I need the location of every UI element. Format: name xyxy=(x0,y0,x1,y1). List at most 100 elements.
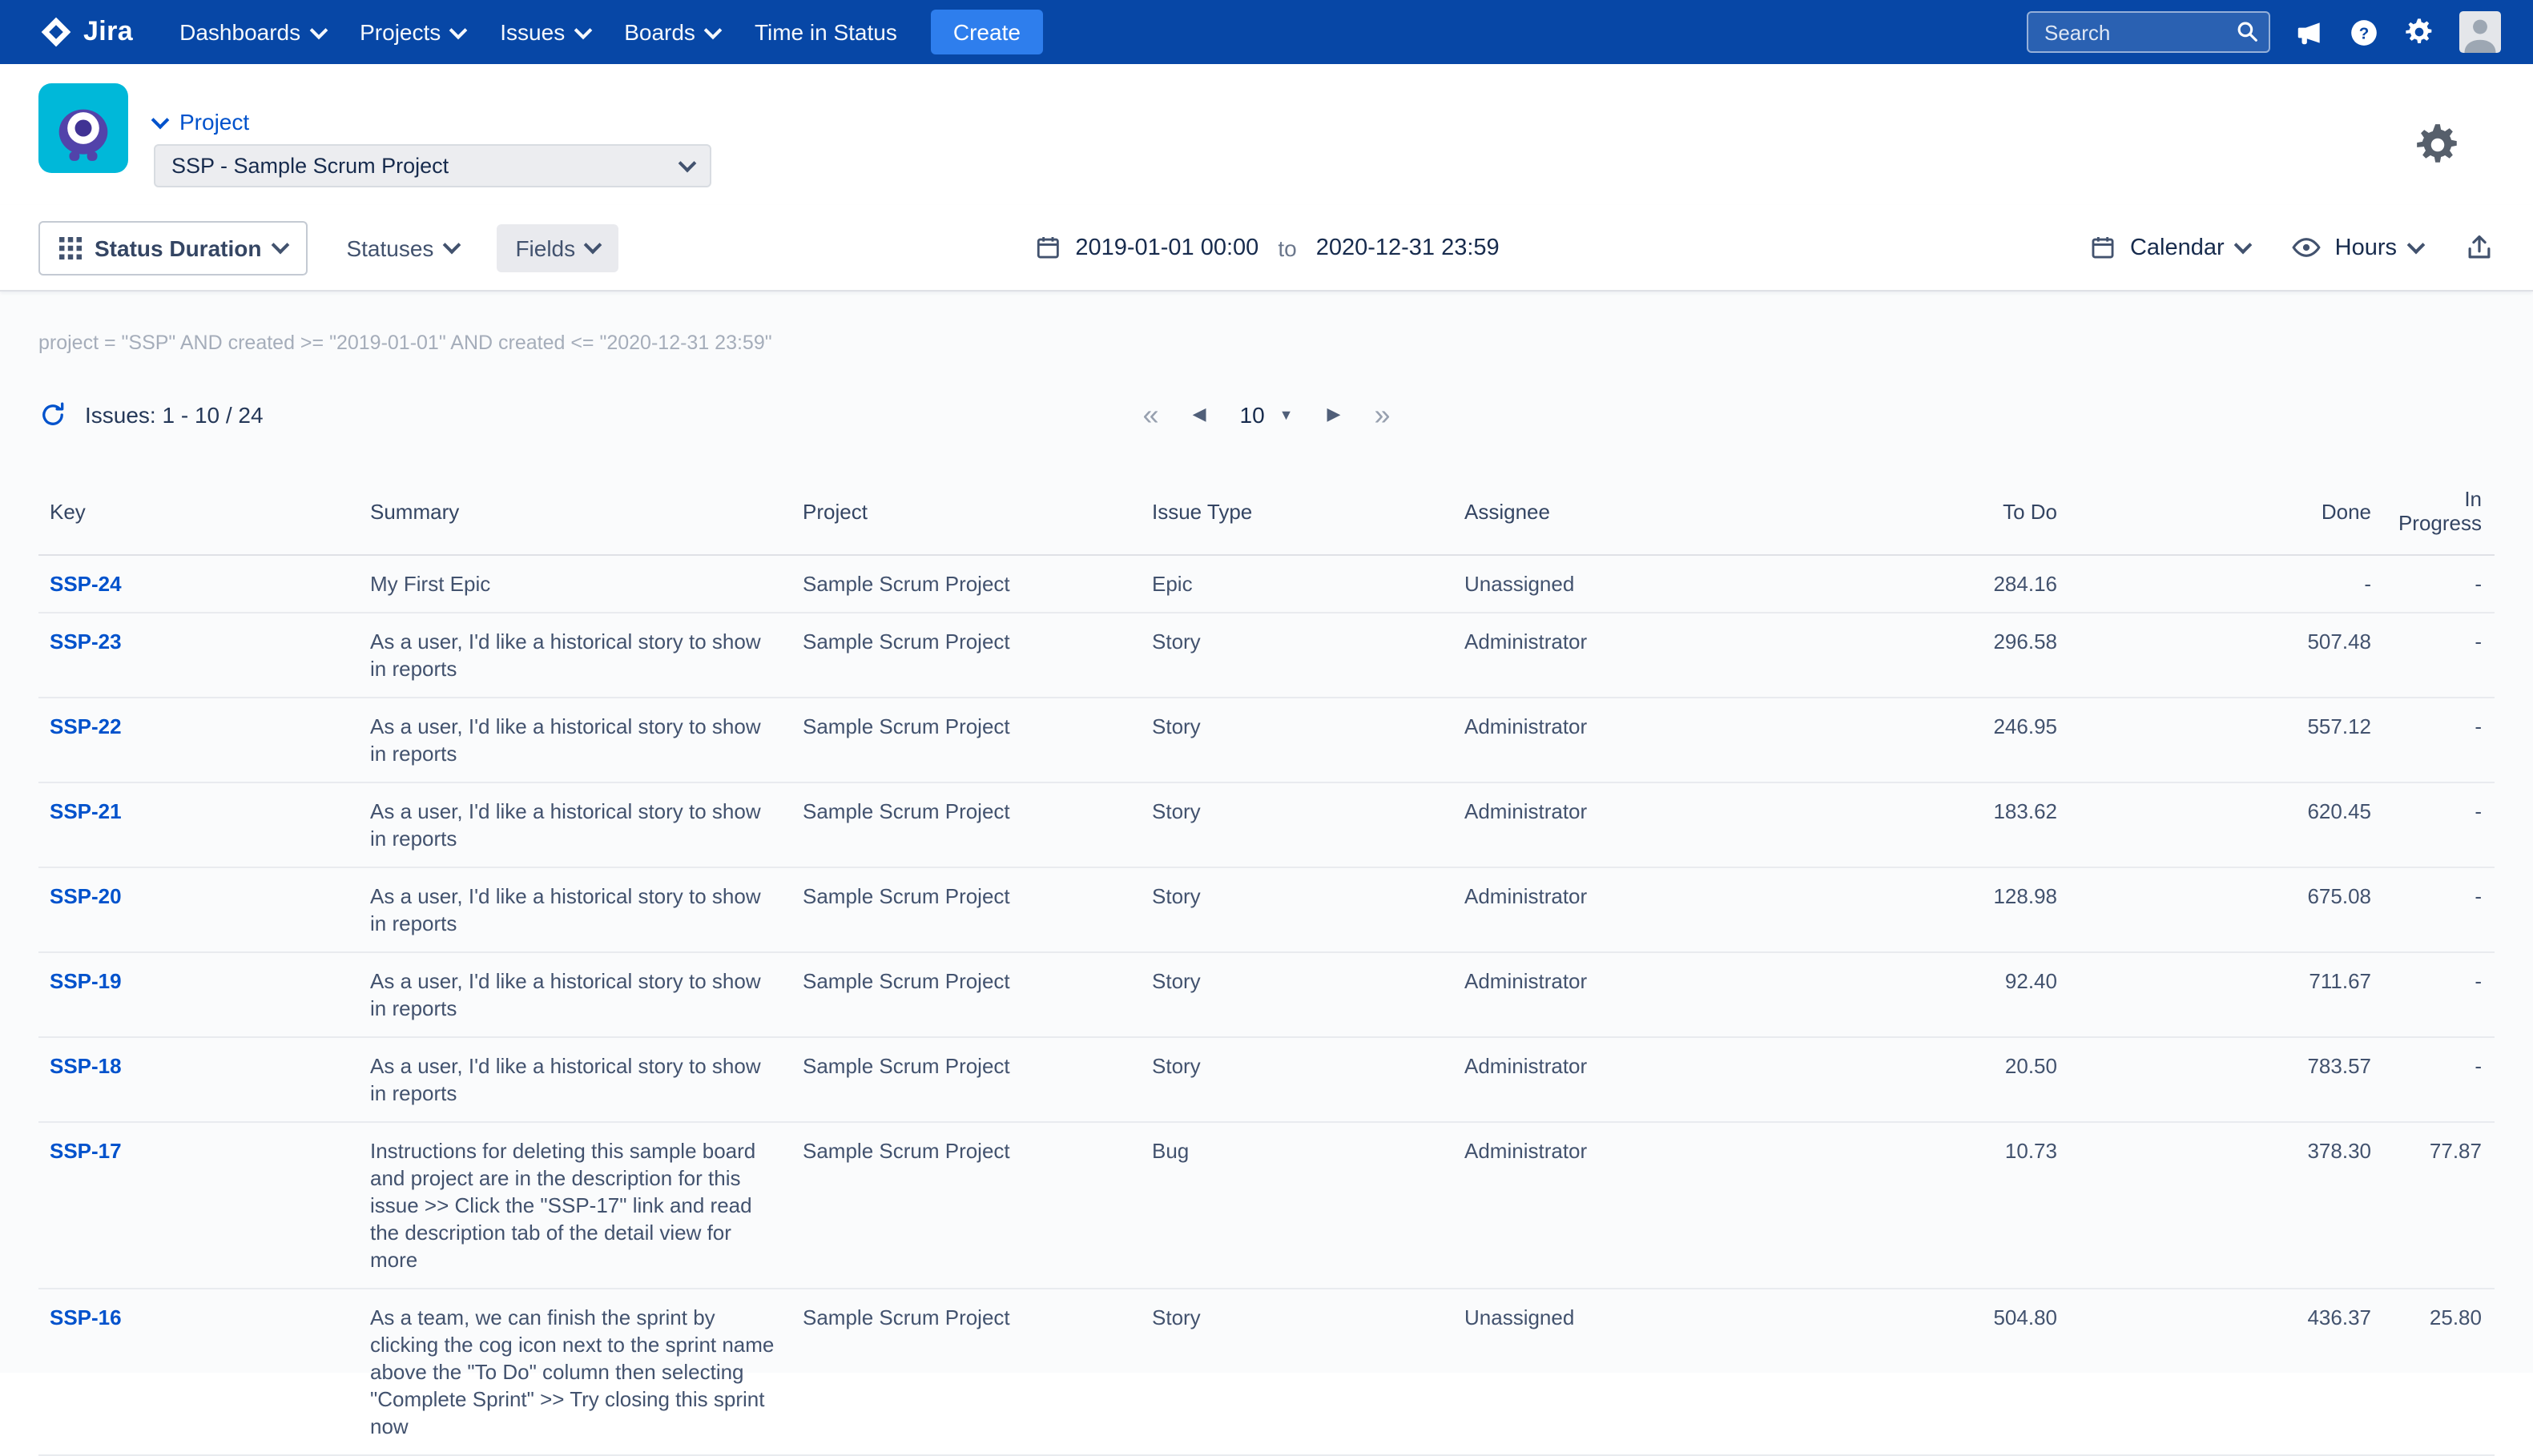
cell-summary: As a user, I'd like a historical story t… xyxy=(357,952,790,1037)
column-header-summary: Summary xyxy=(357,477,790,555)
search-icon xyxy=(2233,18,2261,53)
project-avatar xyxy=(38,83,128,173)
issue-key-link[interactable]: SSP-18 xyxy=(50,1054,122,1078)
cell-issuetype: Story xyxy=(1139,782,1452,867)
calendar-dropdown-label: Calendar xyxy=(2130,235,2225,260)
cell-inprogress: - xyxy=(2384,782,2495,867)
report-type-button[interactable]: Status Duration xyxy=(38,220,308,275)
cell-issuetype: Bug xyxy=(1139,1122,1452,1289)
cell-todo: 183.62 xyxy=(1857,782,2070,867)
calendar-dropdown[interactable]: Calendar xyxy=(2090,234,2250,261)
cell-assignee: Unassigned xyxy=(1452,555,1857,613)
page-size-dropdown[interactable]: 10 ▼ xyxy=(1240,402,1294,428)
units-dropdown[interactable]: Hours xyxy=(2292,232,2422,263)
cell-assignee: Administrator xyxy=(1452,698,1857,782)
cell-inprogress: - xyxy=(2384,555,2495,613)
statuses-dropdown[interactable]: Statuses xyxy=(333,223,470,271)
cell-todo: 504.80 xyxy=(1857,1289,2070,1455)
nav-item-issues[interactable]: Issues xyxy=(482,0,606,64)
issue-key-link[interactable]: SSP-22 xyxy=(50,714,122,738)
issue-key-link[interactable]: SSP-23 xyxy=(50,629,122,654)
cell-inprogress: - xyxy=(2384,698,2495,782)
cell-summary: As a user, I'd like a historical story t… xyxy=(357,782,790,867)
cell-assignee: Administrator xyxy=(1452,782,1857,867)
cell-done: 711.67 xyxy=(2070,952,2384,1037)
cell-project: Sample Scrum Project xyxy=(790,867,1139,952)
column-header-inprogress: In Progress xyxy=(2384,477,2495,555)
cell-done: 436.37 xyxy=(2070,1289,2384,1455)
project-section-toggle[interactable]: Project xyxy=(154,109,249,135)
issue-key-link[interactable]: SSP-24 xyxy=(50,572,122,596)
table-row: SSP-22 As a user, I'd like a historical s… xyxy=(38,698,2495,782)
cell-issuetype: Story xyxy=(1139,867,1452,952)
pagination-last-button[interactable]: » xyxy=(1374,400,1390,429)
nav-item-boards[interactable]: Boards xyxy=(606,0,737,64)
issue-key-link[interactable]: SSP-19 xyxy=(50,969,122,993)
nav-items: DashboardsProjectsIssues Boards Time in St… xyxy=(162,0,915,64)
cell-project: Sample Scrum Project xyxy=(790,698,1139,782)
chevron-down-icon xyxy=(442,236,461,255)
issue-key-link[interactable]: SSP-17 xyxy=(50,1139,122,1163)
issues-count: Issues: 1 - 10 / 24 xyxy=(38,400,264,429)
cell-summary: As a team, we can finish the sprint by c… xyxy=(357,1289,790,1455)
table-row: SSP-24My First EpicSample Scrum ProjectE… xyxy=(38,555,2495,613)
cell-assignee: Unassigned xyxy=(1452,1289,1857,1455)
chevron-down-icon xyxy=(2234,236,2253,255)
cell-summary: As a user, I'd like a historical story t… xyxy=(357,1037,790,1122)
pagination-next-button[interactable]: ▶ xyxy=(1327,406,1341,424)
calendar-icon xyxy=(1033,234,1061,261)
refresh-icon[interactable] xyxy=(38,400,67,429)
cell-project: Sample Scrum Project xyxy=(790,1289,1139,1455)
cell-issuetype: Story xyxy=(1139,613,1452,698)
cell-key: SSP-22 xyxy=(38,698,357,782)
project-select-value: SSP - Sample Scrum Project xyxy=(171,154,449,178)
eye-icon xyxy=(2292,232,2322,263)
nav-item-projects[interactable]: Projects xyxy=(342,0,482,64)
cell-summary: As a user, I'd like a historical story t… xyxy=(357,867,790,952)
search-box xyxy=(2027,11,2270,53)
cell-key: SSP-23 xyxy=(38,613,357,698)
feedback-megaphone-icon[interactable] xyxy=(2294,17,2325,47)
fields-dropdown[interactable]: Fields xyxy=(496,223,618,271)
export-icon[interactable] xyxy=(2464,232,2495,263)
issue-key-link[interactable]: SSP-16 xyxy=(50,1305,122,1329)
cell-assignee: Administrator xyxy=(1452,952,1857,1037)
cell-assignee: Administrator xyxy=(1452,1037,1857,1122)
column-header-key: Key xyxy=(38,477,357,555)
issues-table: KeySummaryProjectIssue TypeAssigneeTo Do… xyxy=(38,477,2495,1456)
issue-key-link[interactable]: SSP-21 xyxy=(50,799,122,823)
nav-item-time-in-status[interactable]: Time in Status xyxy=(737,0,915,64)
settings-gear-icon[interactable] xyxy=(2403,16,2435,48)
pagination-first-button[interactable]: « xyxy=(1143,400,1159,429)
pagination-prev-button[interactable]: ◀ xyxy=(1193,406,1206,424)
date-from-value[interactable]: 2019-01-01 00:00 xyxy=(1075,235,1258,260)
cell-todo: 296.58 xyxy=(1857,613,2070,698)
column-header-assignee: Assignee xyxy=(1452,477,1857,555)
cell-inprogress: 77.87 xyxy=(2384,1122,2495,1289)
chevron-down-icon xyxy=(151,111,170,129)
chevron-down-icon xyxy=(309,21,328,39)
cell-summary: As a user, I'd like a historical story t… xyxy=(357,698,790,782)
cell-issuetype: Story xyxy=(1139,1289,1452,1455)
nav-item-label: Time in Status xyxy=(755,19,897,45)
column-header-done: Done xyxy=(2070,477,2384,555)
app-settings-gear-button[interactable] xyxy=(2413,120,2463,178)
grid-icon xyxy=(59,236,82,259)
cell-key: SSP-24 xyxy=(38,555,357,613)
issue-key-link[interactable]: SSP-20 xyxy=(50,884,122,908)
cell-project: Sample Scrum Project xyxy=(790,1037,1139,1122)
date-to-value[interactable]: 2020-12-31 23:59 xyxy=(1316,235,1500,260)
date-range-separator: to xyxy=(1278,235,1296,260)
column-header-issuetype: Issue Type xyxy=(1139,477,1452,555)
jira-logo[interactable]: Jira xyxy=(38,14,133,50)
create-button[interactable]: Create xyxy=(931,10,1043,54)
nav-item-dashboards[interactable]: Dashboards xyxy=(162,0,342,64)
help-icon[interactable]: ? xyxy=(2349,17,2379,47)
nav-item-label: Boards xyxy=(624,19,695,45)
pagination: « ◀ 10 ▼ ▶ » xyxy=(1143,400,1391,429)
cell-summary: Instructions for deleting this sample bo… xyxy=(357,1122,790,1289)
issues-count-text: Issues: 1 - 10 / 24 xyxy=(85,402,264,428)
table-header-row: KeySummaryProjectIssue TypeAssigneeTo Do… xyxy=(38,477,2495,555)
project-select[interactable]: SSP - Sample Scrum Project xyxy=(154,144,711,187)
user-avatar[interactable] xyxy=(2459,11,2501,53)
